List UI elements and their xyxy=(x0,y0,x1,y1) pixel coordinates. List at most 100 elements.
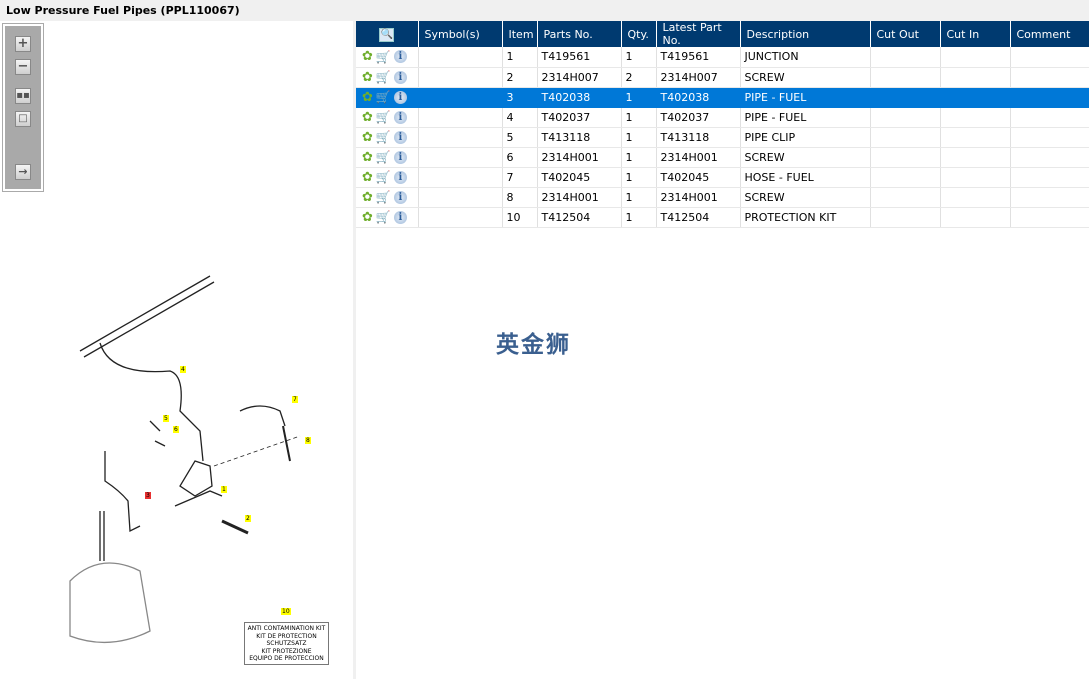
info-icon[interactable]: i xyxy=(393,150,407,164)
table-row[interactable]: ✿ 🛒 i 1 T419561 1 T419561 JUNCTION xyxy=(356,47,1089,68)
cut-in-cell xyxy=(940,207,1011,228)
symbols-cell xyxy=(418,47,503,68)
cut-out-cell xyxy=(870,207,941,228)
callout-2[interactable]: 2 xyxy=(245,515,251,522)
callout-6[interactable]: 6 xyxy=(173,426,179,433)
cart-icon[interactable]: 🛒 xyxy=(376,110,391,124)
gear-icon[interactable]: ✿ xyxy=(362,190,373,205)
part-no-cell: T419561 xyxy=(537,47,622,68)
cart-icon[interactable]: 🛒 xyxy=(376,150,391,164)
comment-cell xyxy=(1010,67,1089,88)
cut-out-cell xyxy=(870,167,941,188)
header-symbols[interactable]: Symbol(s) xyxy=(418,21,503,47)
cart-icon[interactable]: 🛒 xyxy=(376,190,391,204)
callout-10[interactable]: 10 xyxy=(281,608,291,615)
info-icon[interactable]: i xyxy=(393,190,407,204)
part-no-cell: 2314H007 xyxy=(537,67,622,88)
info-icon[interactable]: i xyxy=(393,130,407,144)
cut-out-cell xyxy=(870,107,941,128)
header-qty[interactable]: Qty. xyxy=(621,21,657,47)
gear-icon[interactable]: ✿ xyxy=(362,110,373,125)
table-row[interactable]: ✿ 🛒 i 6 2314H001 1 2314H001 SCREW xyxy=(356,147,1089,168)
table-row[interactable]: ✿ 🛒 i 2 2314H007 2 2314H007 SCREW xyxy=(356,67,1089,88)
latest-part-cell: 2314H007 xyxy=(656,67,741,88)
gear-icon[interactable]: ✿ xyxy=(362,150,373,165)
symbols-cell xyxy=(418,107,503,128)
cut-out-cell xyxy=(870,87,941,108)
cart-icon[interactable]: 🛒 xyxy=(376,90,391,104)
item-cell: 1 xyxy=(502,47,538,68)
latest-part-cell: T402045 xyxy=(656,167,741,188)
symbols-cell xyxy=(418,87,503,108)
header-description[interactable]: Description xyxy=(740,21,871,47)
callout-3[interactable]: 3 xyxy=(145,492,151,499)
info-icon[interactable]: i xyxy=(393,170,407,184)
table-row[interactable]: ✿ 🛒 i 5 T413118 1 T413118 PIPE CLIP xyxy=(356,127,1089,148)
table-row[interactable]: ✿ 🛒 i 4 T402037 1 T402037 PIPE - FUEL xyxy=(356,107,1089,128)
header-cut-out[interactable]: Cut Out xyxy=(870,21,941,47)
row-actions: ✿ 🛒 i xyxy=(356,207,419,228)
description-cell: PIPE - FUEL xyxy=(740,107,871,128)
parts-list-panel: 🔍 Symbol(s) Item Parts No. Qty. Latest P… xyxy=(356,21,1089,679)
diagram-panel: + − ▪▪ □ → 4 7 5 6 8 1 3 2 10 ANTI CONTA… xyxy=(0,21,353,679)
qty-cell: 2 xyxy=(621,67,657,88)
description-cell: PIPE - FUEL xyxy=(740,87,871,108)
comment-cell xyxy=(1010,207,1089,228)
info-icon[interactable]: i xyxy=(393,110,407,124)
callout-1[interactable]: 1 xyxy=(221,486,227,493)
info-icon[interactable]: i xyxy=(393,90,407,104)
cut-in-cell xyxy=(940,87,1011,108)
cut-in-cell xyxy=(940,47,1011,68)
kit-line: SCHUTZSATZ xyxy=(266,640,307,647)
header-comment[interactable]: Comment xyxy=(1010,21,1089,47)
row-actions: ✿ 🛒 i xyxy=(356,67,419,88)
latest-part-cell: 2314H001 xyxy=(656,187,741,208)
row-actions: ✿ 🛒 i xyxy=(356,167,419,188)
comment-cell xyxy=(1010,167,1089,188)
callout-7[interactable]: 7 xyxy=(292,396,298,403)
table-row[interactable]: ✿ 🛒 i 3 T402038 1 T402038 PIPE - FUEL xyxy=(356,87,1089,108)
search-column-header[interactable]: 🔍 xyxy=(356,21,419,47)
info-icon[interactable]: i xyxy=(393,70,407,84)
cart-icon[interactable]: 🛒 xyxy=(376,210,391,224)
gear-icon[interactable]: ✿ xyxy=(362,170,373,185)
gear-icon[interactable]: ✿ xyxy=(362,210,373,225)
table-row[interactable]: ✿ 🛒 i 10 T412504 1 T412504 PROTECTION KIT xyxy=(356,207,1089,228)
info-icon[interactable]: i xyxy=(393,50,407,64)
gear-icon[interactable]: ✿ xyxy=(362,130,373,145)
watermark: 英金狮 xyxy=(496,332,571,358)
latest-part-cell: T402038 xyxy=(656,87,741,108)
item-cell: 5 xyxy=(502,127,538,148)
callout-8[interactable]: 8 xyxy=(305,437,311,444)
cart-icon[interactable]: 🛒 xyxy=(376,70,391,84)
gear-icon[interactable]: ✿ xyxy=(362,90,373,105)
row-actions: ✿ 🛒 i xyxy=(356,127,419,148)
header-parts-no[interactable]: Parts No. xyxy=(537,21,622,47)
header-latest-part-no[interactable]: Latest Part No. xyxy=(656,21,741,47)
comment-cell xyxy=(1010,127,1089,148)
description-cell: PROTECTION KIT xyxy=(740,207,871,228)
table-row[interactable]: ✿ 🛒 i 8 2314H001 1 2314H001 SCREW xyxy=(356,187,1089,208)
callout-4[interactable]: 4 xyxy=(180,366,186,373)
cart-icon[interactable]: 🛒 xyxy=(376,130,391,144)
table-row[interactable]: ✿ 🛒 i 7 T402045 1 T402045 HOSE - FUEL xyxy=(356,167,1089,188)
gear-icon[interactable]: ✿ xyxy=(362,70,373,85)
cart-icon[interactable]: 🛒 xyxy=(376,170,391,184)
header-cut-in[interactable]: Cut In xyxy=(940,21,1011,47)
description-cell: SCREW xyxy=(740,187,871,208)
cut-out-cell xyxy=(870,187,941,208)
part-no-cell: 2314H001 xyxy=(537,147,622,168)
cut-in-cell xyxy=(940,107,1011,128)
part-no-cell: T402038 xyxy=(537,87,622,108)
qty-cell: 1 xyxy=(621,127,657,148)
kit-line: KIT PROTEZIONE xyxy=(261,647,312,655)
cut-out-cell xyxy=(870,147,941,168)
latest-part-cell: T413118 xyxy=(656,127,741,148)
item-cell: 2 xyxy=(502,67,538,88)
gear-icon[interactable]: ✿ xyxy=(362,49,373,64)
info-icon[interactable]: i xyxy=(393,210,407,224)
header-item[interactable]: Item xyxy=(502,21,538,47)
cart-icon[interactable]: 🛒 xyxy=(376,50,391,64)
callout-5[interactable]: 5 xyxy=(163,415,169,422)
magnifier-icon[interactable]: 🔍 xyxy=(379,27,395,42)
